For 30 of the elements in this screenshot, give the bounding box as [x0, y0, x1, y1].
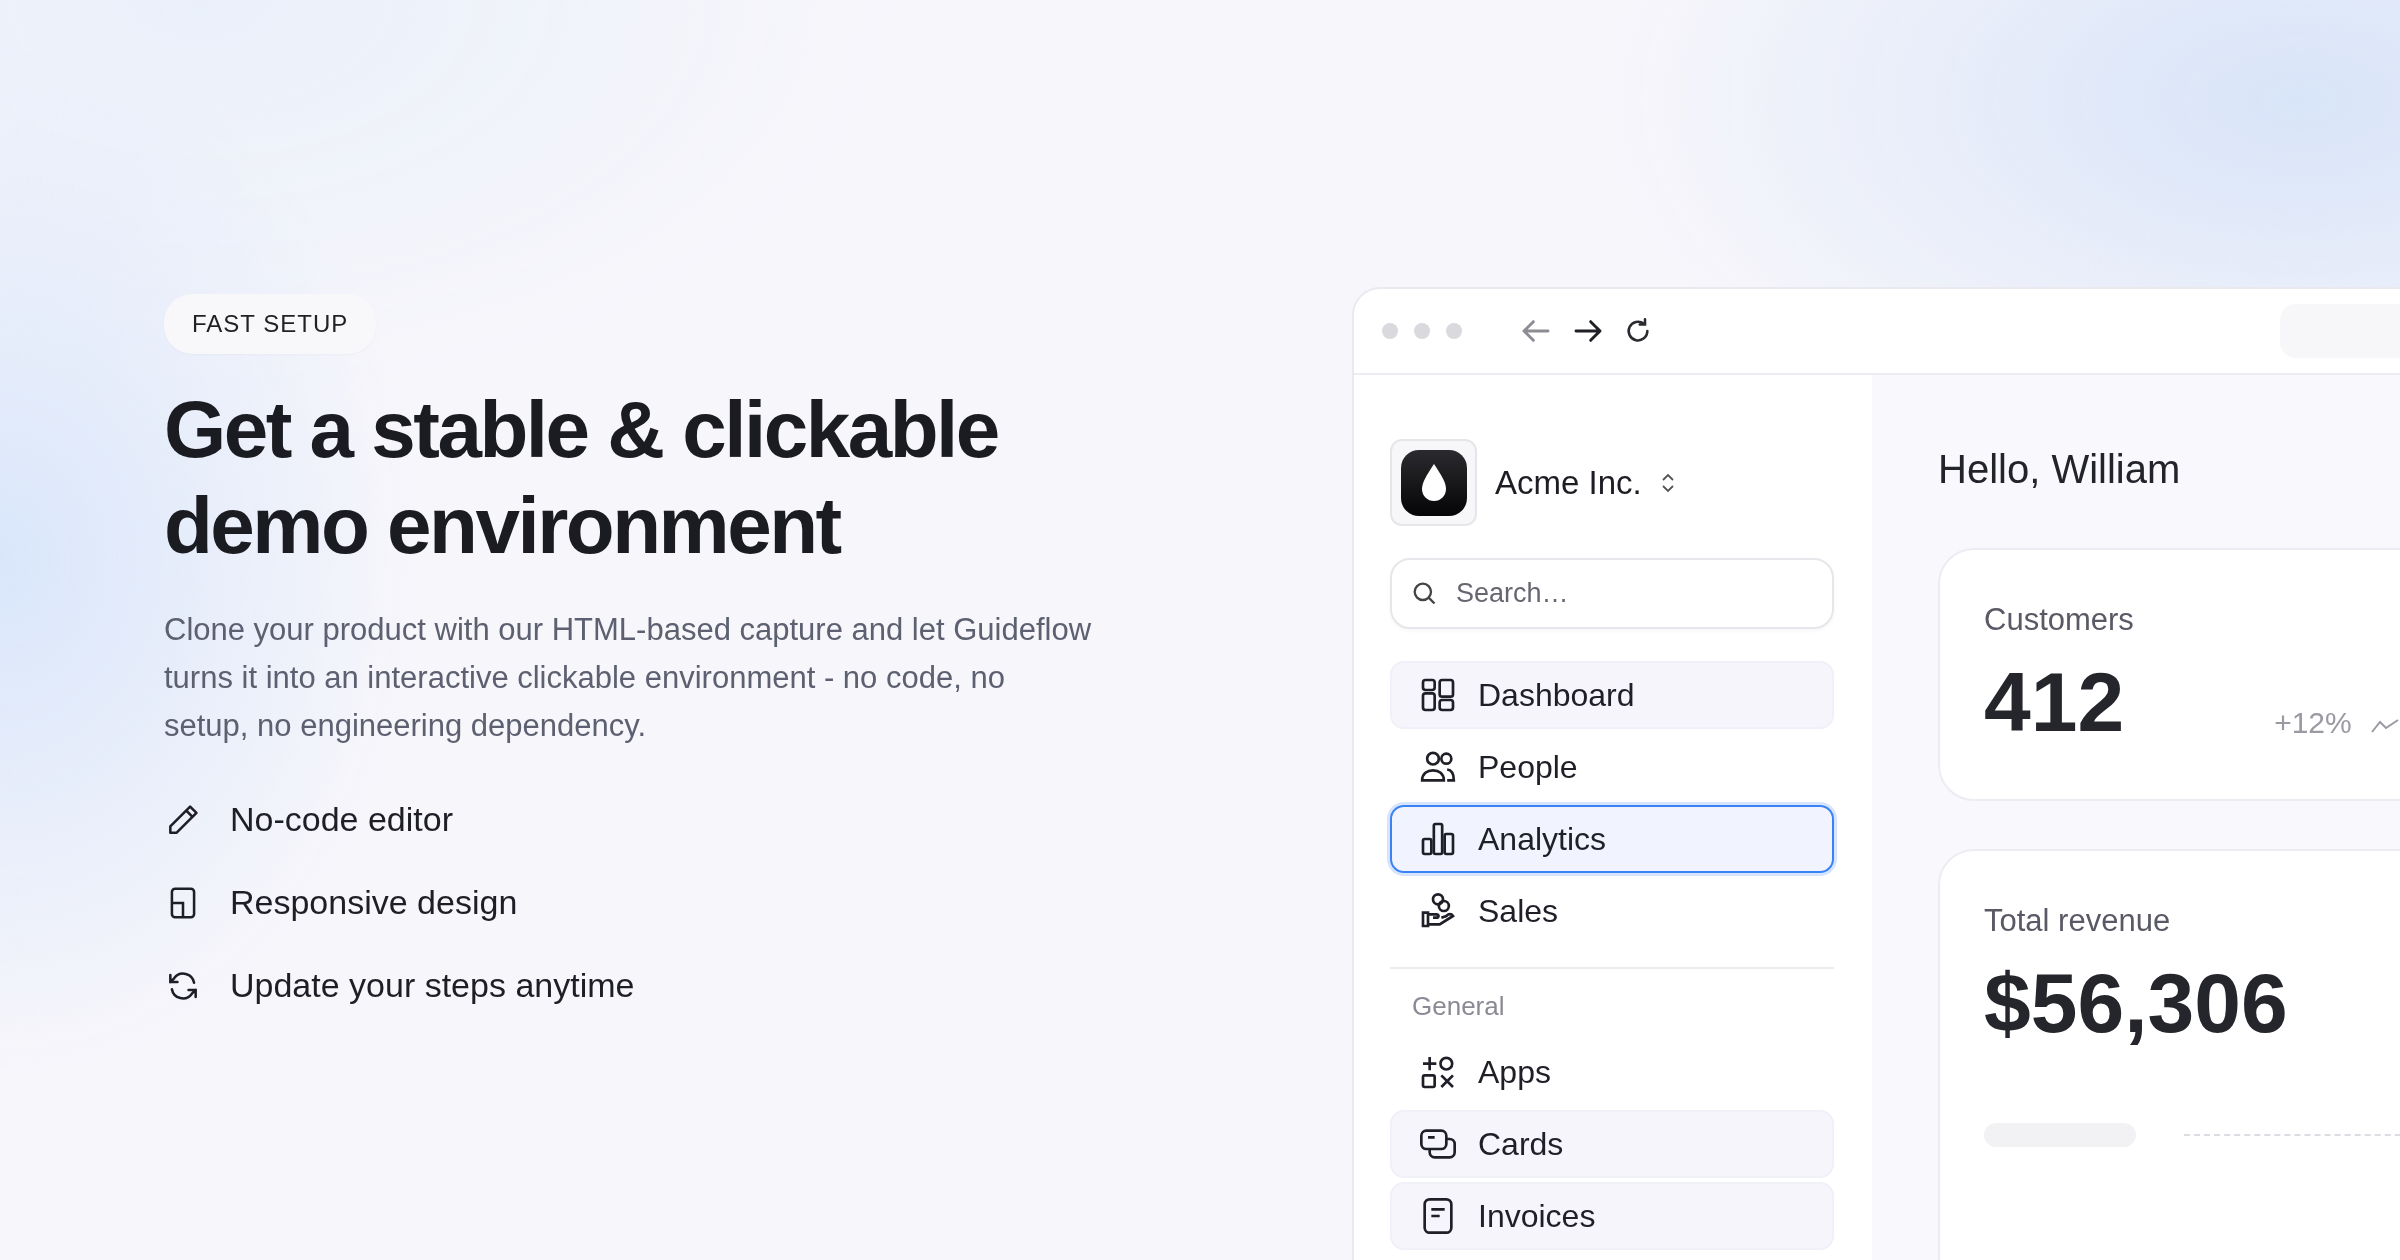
trend-icon — [2369, 718, 2400, 734]
stat-label: Total revenue — [1984, 903, 2172, 939]
description: Clone your product with our HTML-based capture and let Guideflow turns it into an interactive clickable environment - no code, no setup, no engineering dependency. — [164, 611, 1093, 745]
feature-label: No-code editor — [230, 800, 453, 839]
nav-item[interactable]: Cards — [1390, 1110, 1834, 1178]
feature-label: Responsive design — [230, 883, 518, 922]
nav-item[interactable]: Dashboard — [1390, 661, 1834, 729]
greeting: Hello, William — [1938, 447, 2182, 492]
drop-logo-icon — [1400, 449, 1467, 516]
nav-item[interactable]: Sales — [1390, 877, 1834, 945]
stat-change: +12% — [2274, 706, 2352, 740]
nav-item[interactable]: Analytics — [1390, 805, 1834, 873]
feature-label: Update your steps anytime — [230, 966, 635, 1005]
window-dot — [1382, 323, 1398, 339]
window-dot — [1414, 323, 1430, 339]
nav-item[interactable]: People — [1390, 733, 1834, 801]
nav-item[interactable]: Apps — [1390, 1038, 1834, 1106]
section-badge: FAST SETUP — [164, 294, 377, 354]
headline: Get a stable & clickable demo environment — [164, 384, 999, 572]
forward-arrow-icon[interactable] — [1572, 317, 1604, 345]
stat-label: Customers — [1984, 602, 2135, 638]
reload-icon[interactable] — [1624, 317, 1652, 345]
search-field[interactable]: Search… — [1390, 558, 1834, 629]
workspace-name[interactable]: Acme Inc. — [1495, 463, 1642, 502]
stat-value: 412 — [1984, 660, 2125, 744]
nav-item[interactable]: Invoices — [1390, 1182, 1834, 1250]
back-arrow-icon[interactable] — [1520, 317, 1552, 345]
window-dot — [1446, 323, 1462, 339]
stat-value: $56,306 — [1984, 961, 2288, 1045]
section-label: General — [1412, 991, 1506, 1022]
